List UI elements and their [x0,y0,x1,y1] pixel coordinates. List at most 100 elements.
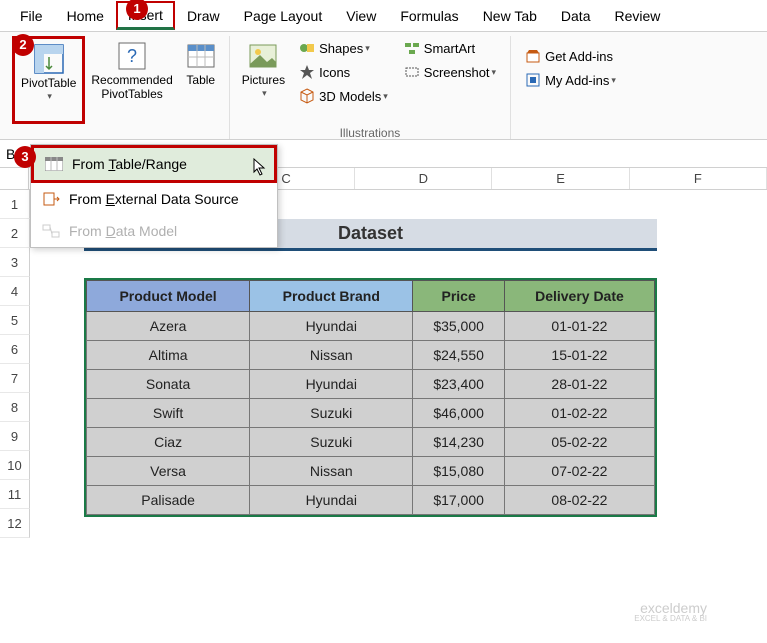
pivottable-label: PivotTable [21,77,76,91]
menu-review[interactable]: Review [602,2,672,30]
step-badge-3: 3 [14,146,36,168]
row-header[interactable]: 11 [0,480,30,509]
icons-label: Icons [319,65,350,80]
table-row[interactable]: AltimaNissan$24,55015-01-22 [87,341,655,370]
smartart-button[interactable]: SmartArt [396,36,504,60]
screenshot-label: Screenshot [424,65,490,80]
table-range-icon [44,156,64,172]
ribbon: PivotTable ▾ ? Recommended PivotTables T… [0,32,767,140]
table-header: Product Model [87,281,250,312]
my-addins-button[interactable]: My Add-ins▾ [517,68,624,92]
table-cell[interactable]: 15-01-22 [504,341,654,370]
recommended-pivottables-icon: ? [116,40,148,72]
menu-draw[interactable]: Draw [175,2,232,30]
table-cell[interactable]: Ciaz [87,428,250,457]
row-header[interactable]: 10 [0,451,30,480]
cube-icon [299,88,315,104]
menu-view[interactable]: View [334,2,388,30]
table-cell[interactable]: $35,000 [413,312,505,341]
pictures-icon [247,40,279,72]
table-icon [185,40,217,72]
menu-home[interactable]: Home [55,2,116,30]
table-row[interactable]: PalisadeHyundai$17,00008-02-22 [87,486,655,515]
table-cell[interactable]: Nissan [250,341,413,370]
svg-text:?: ? [127,46,137,66]
row-header[interactable]: 5 [0,306,30,335]
table-row[interactable]: SonataHyundai$23,40028-01-22 [87,370,655,399]
table-cell[interactable]: Azera [87,312,250,341]
my-addins-label: My Add-ins [545,73,609,88]
pictures-label: Pictures [242,74,285,88]
table-cell[interactable]: 07-02-22 [504,457,654,486]
table-cell[interactable]: Swift [87,399,250,428]
smartart-label: SmartArt [424,41,475,56]
chevron-down-icon: ▾ [262,88,267,99]
data-table[interactable]: Product Model Product Brand Price Delive… [84,278,657,517]
menu-page-layout[interactable]: Page Layout [232,2,335,30]
table-cell[interactable]: Sonata [87,370,250,399]
get-addins-label: Get Add-ins [545,49,613,64]
get-addins-button[interactable]: Get Add-ins [517,44,624,68]
store-icon [525,48,541,64]
table-header: Price [413,281,505,312]
menu-data[interactable]: Data [549,2,603,30]
row-header[interactable]: 1 [0,190,30,219]
table-header: Product Brand [250,281,413,312]
table-cell[interactable]: 01-01-22 [504,312,654,341]
from-table-range-item[interactable]: From Table/Range [31,145,277,183]
from-table-label: From Table/Range [72,156,187,172]
table-cell[interactable]: 28-01-22 [504,370,654,399]
row-header[interactable]: 4 [0,277,30,306]
row-header[interactable]: 6 [0,335,30,364]
recommended-pivottables-button[interactable]: ? Recommended PivotTables [85,36,178,124]
row-header[interactable]: 7 [0,364,30,393]
row-header[interactable]: 3 [0,248,30,277]
table-row[interactable]: SwiftSuzuki$46,00001-02-22 [87,399,655,428]
menu-formulas[interactable]: Formulas [388,2,470,30]
row-header[interactable]: 2 [0,219,30,248]
table-cell[interactable]: $17,000 [413,486,505,515]
table-cell[interactable]: Suzuki [250,428,413,457]
row-header[interactable]: 8 [0,393,30,422]
table-button[interactable]: Table [179,36,223,124]
table-cell[interactable]: Palisade [87,486,250,515]
table-cell[interactable]: Suzuki [250,399,413,428]
menubar: File Home Insert Draw Page Layout View F… [0,0,767,32]
row-header[interactable]: 12 [0,509,30,538]
3d-models-button[interactable]: 3D Models▾ [291,84,396,108]
pictures-button[interactable]: Pictures ▾ [236,36,291,124]
table-cell[interactable]: Hyundai [250,486,413,515]
recommended-label: Recommended PivotTables [91,74,172,102]
table-cell[interactable]: 05-02-22 [504,428,654,457]
col-header-d[interactable]: D [355,168,492,189]
screenshot-button[interactable]: Screenshot▾ [396,60,504,84]
icons-button[interactable]: Icons [291,60,396,84]
table-cell[interactable]: Altima [87,341,250,370]
table-cell[interactable]: $15,080 [413,457,505,486]
table-cell[interactable]: $23,400 [413,370,505,399]
table-cell[interactable]: 01-02-22 [504,399,654,428]
col-header-f[interactable]: F [630,168,767,189]
table-label: Table [186,74,215,88]
table-cell[interactable]: Nissan [250,457,413,486]
menu-new-tab[interactable]: New Tab [471,2,549,30]
table-cell[interactable]: 08-02-22 [504,486,654,515]
menu-file[interactable]: File [8,2,55,30]
table-cell[interactable]: $46,000 [413,399,505,428]
table-cell[interactable]: $24,550 [413,341,505,370]
table-cell[interactable]: Hyundai [250,312,413,341]
table-cell[interactable]: $14,230 [413,428,505,457]
table-header: Delivery Date [504,281,654,312]
table-row[interactable]: CiazSuzuki$14,23005-02-22 [87,428,655,457]
shapes-button[interactable]: Shapes▾ [291,36,396,60]
from-external-item[interactable]: From External Data Source [31,183,277,215]
row-header[interactable]: 9 [0,422,30,451]
illustrations-caption: Illustrations [340,124,401,144]
table-cell[interactable]: Hyundai [250,370,413,399]
watermark: exceldemy EXCEL & DATA & BI [634,601,707,623]
chevron-down-icon: ▾ [47,91,52,102]
table-row[interactable]: VersaNissan$15,08007-02-22 [87,457,655,486]
table-row[interactable]: AzeraHyundai$35,00001-01-22 [87,312,655,341]
col-header-e[interactable]: E [492,168,629,189]
table-cell[interactable]: Versa [87,457,250,486]
